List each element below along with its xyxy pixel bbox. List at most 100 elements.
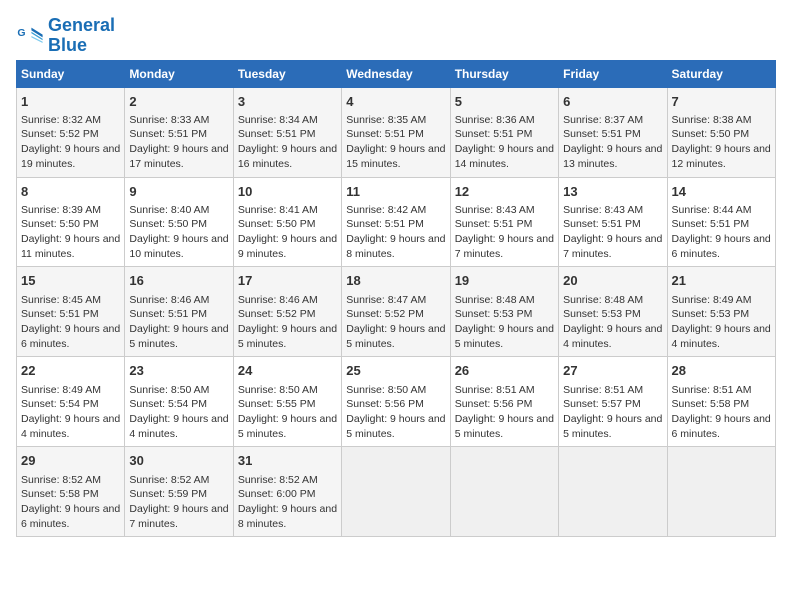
day-number: 15 xyxy=(21,272,120,290)
calendar-cell: 19 Sunrise: 8:48 AM Sunset: 5:53 PM Dayligh… xyxy=(450,267,558,357)
daylight: Daylight: 9 hours and 7 minutes. xyxy=(563,233,662,260)
sunrise: Sunrise: 8:52 AM xyxy=(21,474,101,486)
day-header-tuesday: Tuesday xyxy=(233,60,341,87)
sunrise: Sunrise: 8:51 AM xyxy=(563,384,643,396)
calendar-cell: 12Sunrise: 8:43 AMSunset: 5:51 PMDayligh… xyxy=(450,177,558,267)
day-header-sunday: Sunday xyxy=(17,60,125,87)
sunset: Sunset: 5:54 PM xyxy=(129,398,207,410)
day-number: 19 xyxy=(455,272,554,290)
calendar-cell: 20Sunrise: 8:48 AMSunset: 5:53 PMDayligh… xyxy=(559,267,667,357)
calendar-cell: 2Sunrise: 8:33 AMSunset: 5:51 PMDaylight… xyxy=(125,87,233,177)
sunrise: Sunrise: 8:48 AM xyxy=(455,294,535,306)
calendar-cell: 16Sunrise: 8:46 AMSunset: 5:51 PMDayligh… xyxy=(125,267,233,357)
day-number: 31 xyxy=(238,452,337,470)
sunset: Sunset: 5:55 PM xyxy=(238,398,316,410)
day-number: 4 xyxy=(346,93,445,111)
day-header-saturday: Saturday xyxy=(667,60,775,87)
sunrise: Sunrise: 8:47 AM xyxy=(346,294,426,306)
sunset: Sunset: 5:57 PM xyxy=(563,398,641,410)
day-header-friday: Friday xyxy=(559,60,667,87)
day-number: 2 xyxy=(129,93,228,111)
logo-text2: Blue xyxy=(48,36,115,56)
logo-icon: G xyxy=(16,22,44,50)
sunrise: Sunrise: 8:49 AM xyxy=(672,294,752,306)
sunset: Sunset: 5:56 PM xyxy=(455,398,533,410)
daylight: Daylight: 9 hours and 5 minutes. xyxy=(455,323,554,350)
sunset: Sunset: 5:51 PM xyxy=(21,308,99,320)
daylight: Daylight: 9 hours and 12 minutes. xyxy=(672,143,771,170)
sunset: Sunset: 5:51 PM xyxy=(563,218,641,230)
sunset: Sunset: 5:50 PM xyxy=(129,218,207,230)
daylight: Daylight: 9 hours and 7 minutes. xyxy=(455,233,554,260)
daylight: Daylight: 9 hours and 4 minutes. xyxy=(672,323,771,350)
sunrise: Sunrise: 8:51 AM xyxy=(672,384,752,396)
daylight: Daylight: 9 hours and 6 minutes. xyxy=(21,323,120,350)
calendar-cell xyxy=(450,447,558,537)
sunset: Sunset: 5:52 PM xyxy=(238,308,316,320)
sunset: Sunset: 5:50 PM xyxy=(238,218,316,230)
daylight: Daylight: 9 hours and 19 minutes. xyxy=(21,143,120,170)
sunrise: Sunrise: 8:50 AM xyxy=(346,384,426,396)
sunrise: Sunrise: 8:32 AM xyxy=(21,114,101,126)
day-number: 28 xyxy=(672,362,771,380)
page-header: G General Blue xyxy=(16,16,776,56)
day-number: 30 xyxy=(129,452,228,470)
day-number: 29 xyxy=(21,452,120,470)
sunset: Sunset: 5:51 PM xyxy=(238,128,316,140)
sunset: Sunset: 6:00 PM xyxy=(238,488,316,500)
calendar-cell: 22Sunrise: 8:49 AMSunset: 5:54 PMDayligh… xyxy=(17,357,125,447)
daylight: Daylight: 9 hours and 5 minutes. xyxy=(455,413,554,440)
sunrise: Sunrise: 8:34 AM xyxy=(238,114,318,126)
daylight: Daylight: 9 hours and 4 minutes. xyxy=(563,323,662,350)
calendar-cell: 6Sunrise: 8:37 AMSunset: 5:51 PMDaylight… xyxy=(559,87,667,177)
day-number: 26 xyxy=(455,362,554,380)
daylight: Daylight: 9 hours and 8 minutes. xyxy=(238,503,337,530)
sunrise: Sunrise: 8:36 AM xyxy=(455,114,535,126)
day-number: 25 xyxy=(346,362,445,380)
day-number: 12 xyxy=(455,183,554,201)
sunset: Sunset: 5:54 PM xyxy=(21,398,99,410)
day-number: 11 xyxy=(346,183,445,201)
sunrise: Sunrise: 8:50 AM xyxy=(238,384,318,396)
logo-text: General xyxy=(48,16,115,36)
calendar-cell: 1Sunrise: 8:32 AMSunset: 5:52 PMDaylight… xyxy=(17,87,125,177)
calendar-cell: 8Sunrise: 8:39 AMSunset: 5:50 PMDaylight… xyxy=(17,177,125,267)
daylight: Daylight: 9 hours and 7 minutes. xyxy=(129,503,228,530)
sunset: Sunset: 5:56 PM xyxy=(346,398,424,410)
sunset: Sunset: 5:53 PM xyxy=(455,308,533,320)
day-header-wednesday: Wednesday xyxy=(342,60,450,87)
daylight: Daylight: 9 hours and 4 minutes. xyxy=(21,413,120,440)
sunset: Sunset: 5:51 PM xyxy=(129,128,207,140)
daylight: Daylight: 9 hours and 9 minutes. xyxy=(238,233,337,260)
sunset: Sunset: 5:58 PM xyxy=(21,488,99,500)
sunrise: Sunrise: 8:33 AM xyxy=(129,114,209,126)
sunrise: Sunrise: 8:48 AM xyxy=(563,294,643,306)
svg-text:G: G xyxy=(17,27,25,39)
calendar-cell: 9Sunrise: 8:40 AMSunset: 5:50 PMDaylight… xyxy=(125,177,233,267)
day-number: 14 xyxy=(672,183,771,201)
sunrise: Sunrise: 8:38 AM xyxy=(672,114,752,126)
sunset: Sunset: 5:51 PM xyxy=(563,128,641,140)
sunset: Sunset: 5:59 PM xyxy=(129,488,207,500)
daylight: Daylight: 9 hours and 5 minutes. xyxy=(346,413,445,440)
sunset: Sunset: 5:52 PM xyxy=(346,308,424,320)
sunset: Sunset: 5:51 PM xyxy=(455,128,533,140)
calendar-cell: 11Sunrise: 8:42 AMSunset: 5:51 PMDayligh… xyxy=(342,177,450,267)
daylight: Daylight: 9 hours and 5 minutes. xyxy=(238,413,337,440)
sunset: Sunset: 5:50 PM xyxy=(672,128,750,140)
sunset: Sunset: 5:51 PM xyxy=(672,218,750,230)
daylight: Daylight: 9 hours and 6 minutes. xyxy=(21,503,120,530)
daylight: Daylight: 9 hours and 6 minutes. xyxy=(672,233,771,260)
sunset: Sunset: 5:52 PM xyxy=(21,128,99,140)
calendar-cell xyxy=(559,447,667,537)
calendar-cell: 4Sunrise: 8:35 AMSunset: 5:51 PMDaylight… xyxy=(342,87,450,177)
calendar-cell: 15Sunrise: 8:45 AMSunset: 5:51 PMDayligh… xyxy=(17,267,125,357)
calendar-cell: 10Sunrise: 8:41 AMSunset: 5:50 PMDayligh… xyxy=(233,177,341,267)
sunrise: Sunrise: 8:43 AM xyxy=(455,204,535,216)
calendar-cell: 27Sunrise: 8:51 AMSunset: 5:57 PMDayligh… xyxy=(559,357,667,447)
sunrise: Sunrise: 8:44 AM xyxy=(672,204,752,216)
sunset: Sunset: 5:58 PM xyxy=(672,398,750,410)
day-number: 24 xyxy=(238,362,337,380)
daylight: Daylight: 9 hours and 13 minutes. xyxy=(563,143,662,170)
day-number: 6 xyxy=(563,93,662,111)
